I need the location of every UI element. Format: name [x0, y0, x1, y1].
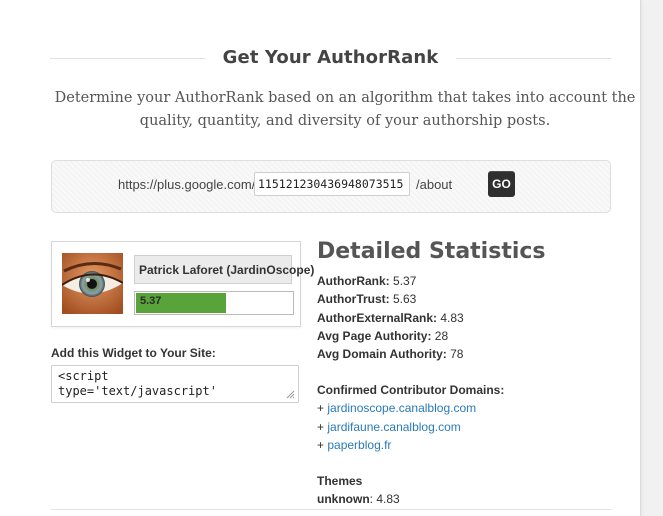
stat-value: 78 — [450, 347, 464, 362]
domain-bullet: + — [317, 401, 325, 416]
stat-avg-page-authority: Avg Page Authority: 28 — [317, 327, 617, 345]
stats-title: Detailed Statistics — [317, 239, 546, 264]
go-button[interactable]: GO — [488, 171, 515, 197]
page-title-row: Get Your AuthorRank — [50, 44, 611, 72]
stat-value: 4.83 — [440, 310, 464, 325]
domain-link[interactable]: jardifaune.canalblog.com — [327, 420, 460, 434]
profile-name-box: Patrick Laforet (JardinOscope) — [134, 255, 315, 284]
domains-heading: Confirmed Contributor Domains: — [317, 383, 505, 398]
stat-authorrank: AuthorRank: 5.37 — [317, 272, 617, 290]
profile-widget: Patrick Laforet (JardinOscope) 5.37 — [51, 241, 315, 327]
page-description-line-2: quality, quantity, and diversity of your… — [139, 113, 551, 129]
domain-bullet: + — [317, 419, 325, 434]
authorrank-panel: Get Your AuthorRank Determine your Autho… — [0, 0, 641, 516]
page-description-line-1: Determine your AuthorRank based on an al… — [54, 90, 636, 106]
domain-bullet: + — [317, 438, 325, 453]
domain-link[interactable]: jardinoscope.canalblog.com — [327, 401, 476, 415]
stat-value: 28 — [434, 328, 449, 343]
domain-link[interactable]: paperblog.fr — [327, 438, 391, 452]
stat-authortrust: AuthorTrust: 5.63 — [317, 290, 617, 308]
theme-label: unknown — [317, 492, 370, 507]
theme-value: 4.83 — [376, 492, 400, 507]
domain-item: + jardifaune.canalblog.com — [317, 418, 617, 436]
stat-label: Avg Page Authority: — [317, 328, 432, 343]
resize-handle-icon[interactable] — [285, 389, 295, 399]
stat-avg-domain-authority: Avg Domain Authority: 78 — [317, 345, 617, 363]
page-description: Determine your AuthorRank based on an al… — [50, 87, 640, 133]
profile-id-input[interactable] — [254, 172, 410, 196]
stat-value: 5.63 — [393, 292, 417, 307]
stat-label: AuthorExternalRank: — [317, 310, 438, 325]
detailed-statistics: Detailed Statistics AuthorRank: 5.37 Aut… — [317, 238, 617, 509]
widget-label: Add this Widget to Your Site: — [51, 346, 216, 360]
stat-label: Avg Domain Authority: — [317, 347, 447, 362]
bottom-divider — [51, 509, 611, 510]
domain-item: + jardinoscope.canalblog.com — [317, 399, 617, 417]
stat-label: AuthorRank: — [317, 274, 390, 288]
profile-name: Patrick Laforet (JardinOscope) — [139, 263, 315, 277]
authorrank-bar: 5.37 — [134, 291, 294, 315]
stat-label: AuthorTrust: — [317, 292, 390, 307]
title-divider-right — [456, 58, 611, 59]
widget-code-textarea[interactable]: <script type='text/javascript' — [51, 365, 299, 403]
avatar — [62, 253, 123, 314]
authorrank-bar-value: 5.37 — [140, 295, 162, 307]
stat-authorexternalrank: AuthorExternalRank: 4.83 — [317, 309, 617, 327]
themes-heading: Themes — [317, 474, 363, 489]
url-prefix-label: https://plus.google.com/ — [118, 177, 256, 192]
url-suffix-label: /about — [416, 177, 453, 192]
domain-item: + paperblog.fr — [317, 436, 617, 454]
profile-url-form: https://plus.google.com/ /about GO — [51, 160, 611, 213]
eye-photo-icon — [62, 253, 123, 314]
theme-item: unknown: 4.83 — [317, 492, 400, 507]
stat-value: 5.37 — [393, 274, 417, 288]
